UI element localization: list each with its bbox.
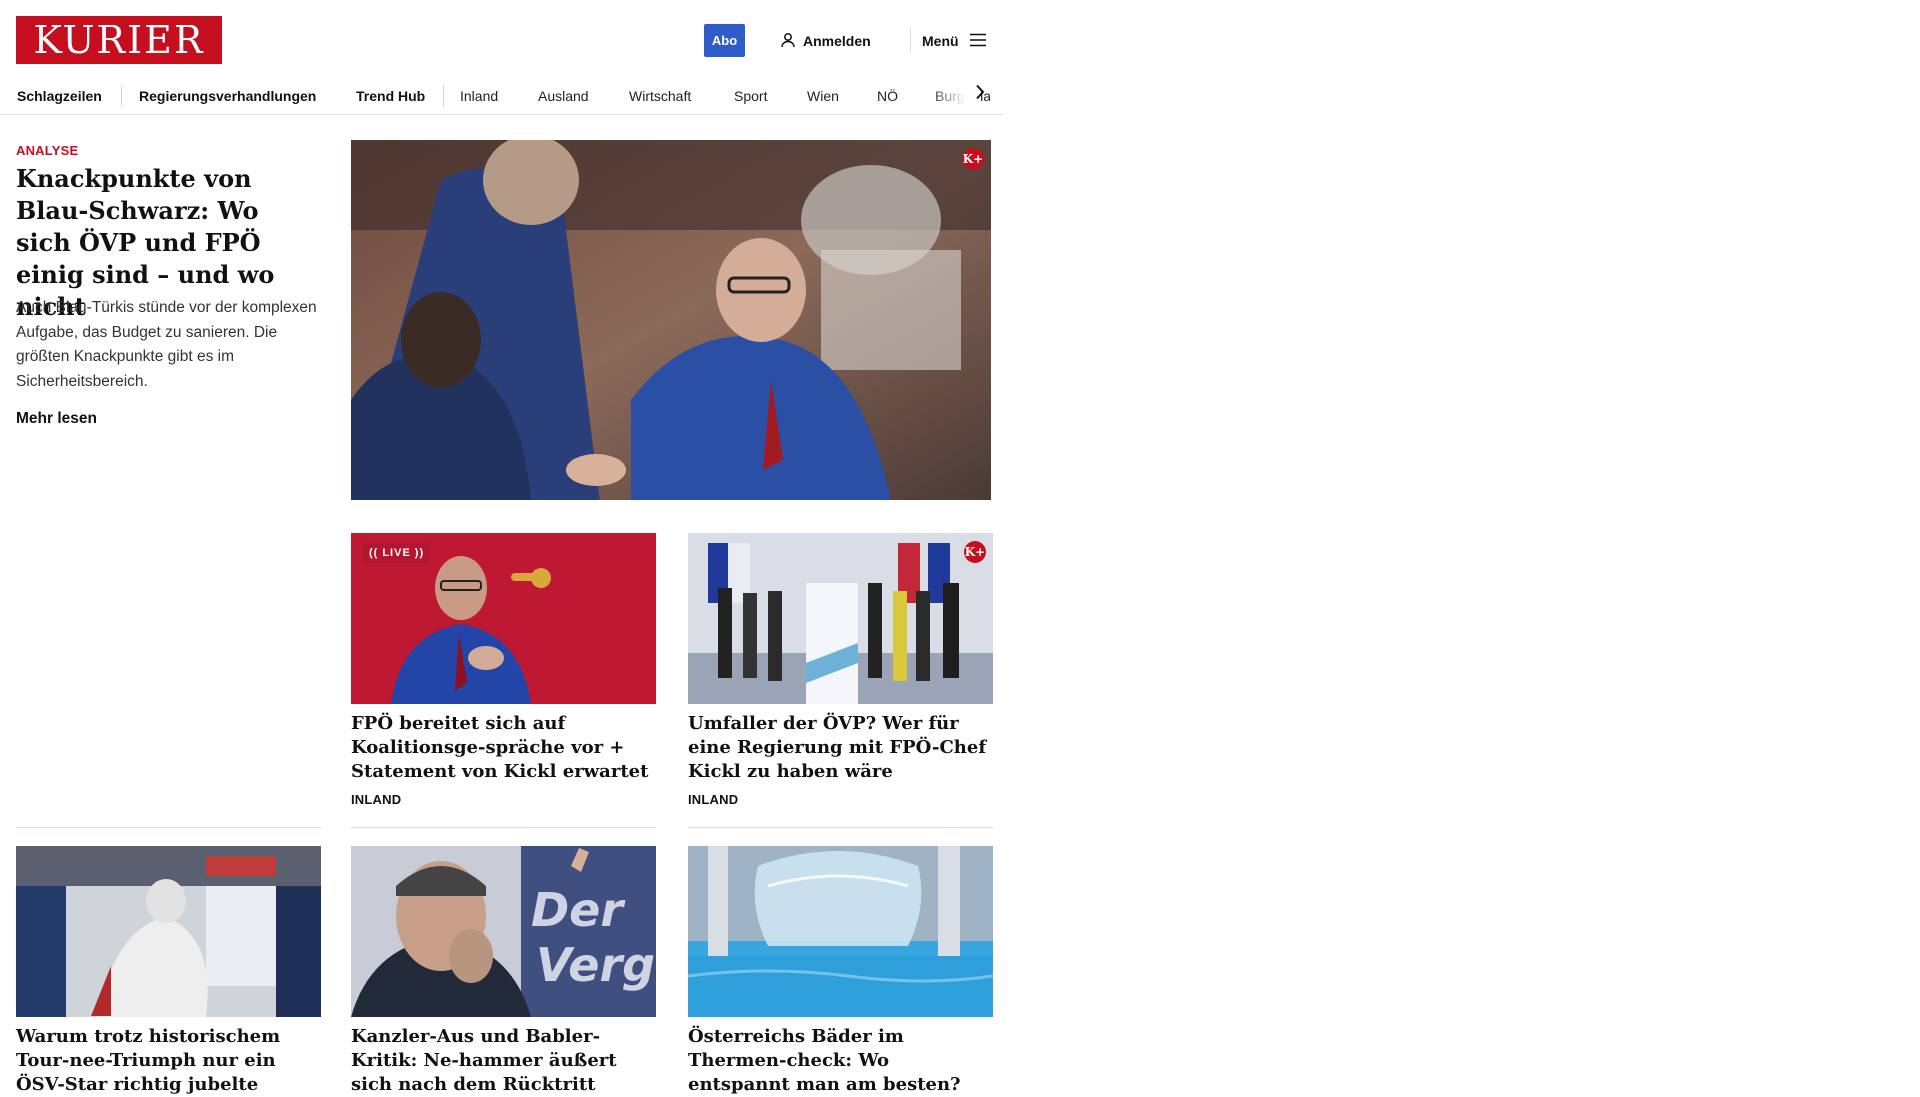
live-left-waves-icon: (( <box>369 547 379 559</box>
nav-item-inland[interactable]: Inland <box>460 88 498 104</box>
nav-item-noe[interactable]: NÖ <box>877 88 898 104</box>
svg-text:Verg: Verg <box>536 938 655 992</box>
kurier-logo[interactable]: KURIER <box>16 16 222 64</box>
card-category[interactable]: INLAND <box>688 792 738 807</box>
nav-item-regierungsverhandlungen[interactable]: Regierungsverhandlungen <box>139 88 316 104</box>
card-image[interactable]: Der Verg <box>351 846 656 1017</box>
thermal-bath-photo <box>688 846 993 1017</box>
card-headline[interactable]: FPÖ bereitet sich auf Koalitionsge-spräc… <box>351 712 656 784</box>
hamburger-icon <box>969 33 987 50</box>
card-image[interactable]: (( LIVE )) <box>351 533 656 704</box>
kurier-plus-badge: K+ <box>964 541 986 563</box>
live-right-waves-icon: )) <box>414 547 425 559</box>
menu-button[interactable]: Menü <box>922 30 987 52</box>
lead-teaser: Auch Blau-Türkis stünde vor der komplexe… <box>16 299 317 390</box>
card-category[interactable]: INLAND <box>351 792 401 807</box>
nav-item-wien[interactable]: Wien <box>807 88 839 104</box>
chevron-right-icon <box>975 84 985 105</box>
card-image[interactable] <box>688 846 993 1017</box>
nav-item-ausland[interactable]: Ausland <box>538 88 589 104</box>
divider <box>16 827 321 828</box>
login-label: Anmelden <box>803 33 871 49</box>
card-headline[interactable]: Warum trotz historischem Tour-nee-Triump… <box>16 1025 321 1097</box>
nav-item-schlagzeilen[interactable]: Schlagzeilen <box>17 88 102 104</box>
nav-item-trend-hub[interactable]: Trend Hub <box>356 88 425 104</box>
handshake-photo <box>351 140 991 500</box>
user-icon <box>780 32 796 51</box>
nav-item-wirtschaft[interactable]: Wirtschaft <box>629 88 691 104</box>
nav-divider <box>443 85 444 107</box>
live-badge: (( LIVE )) <box>363 543 431 563</box>
live-label: LIVE <box>382 547 411 559</box>
nav-divider <box>121 85 122 107</box>
nav-scroll-right-button[interactable] <box>970 82 990 106</box>
svg-text:Der: Der <box>531 883 626 937</box>
card-image[interactable] <box>16 846 321 1017</box>
card-headline[interactable]: Österreichs Bäder im Thermen-check: Wo e… <box>688 1025 993 1097</box>
kurier-plus-badge: K+ <box>962 148 984 170</box>
lead-image[interactable]: K+ <box>351 140 991 500</box>
nehammer-photo: Der Verg <box>351 846 656 1017</box>
section-nav: Schlagzeilen Regierungsverhandlungen Tre… <box>0 72 1003 115</box>
lead-kicker: ANALYSE <box>16 143 79 158</box>
abo-button[interactable]: Abo <box>704 24 745 57</box>
card-image[interactable]: K+ <box>688 533 993 704</box>
divider <box>351 827 656 828</box>
page: KURIER Abo Anmelden Menü Schlagzeilen Re… <box>0 0 1003 1095</box>
header-divider <box>910 28 911 52</box>
card-headline[interactable]: Umfaller der ÖVP? Wer für eine Regierung… <box>688 712 993 784</box>
nav-item-sport[interactable]: Sport <box>734 88 767 104</box>
divider <box>688 827 993 828</box>
menu-label: Menü <box>922 33 959 49</box>
login-button[interactable]: Anmelden <box>780 30 871 52</box>
oevp-press-photo <box>688 533 993 704</box>
read-more-link[interactable]: Mehr lesen <box>16 410 97 428</box>
card-headline[interactable]: Kanzler-Aus und Babler-Kritik: Ne-hammer… <box>351 1025 656 1097</box>
ski-jump-photo <box>16 846 321 1017</box>
